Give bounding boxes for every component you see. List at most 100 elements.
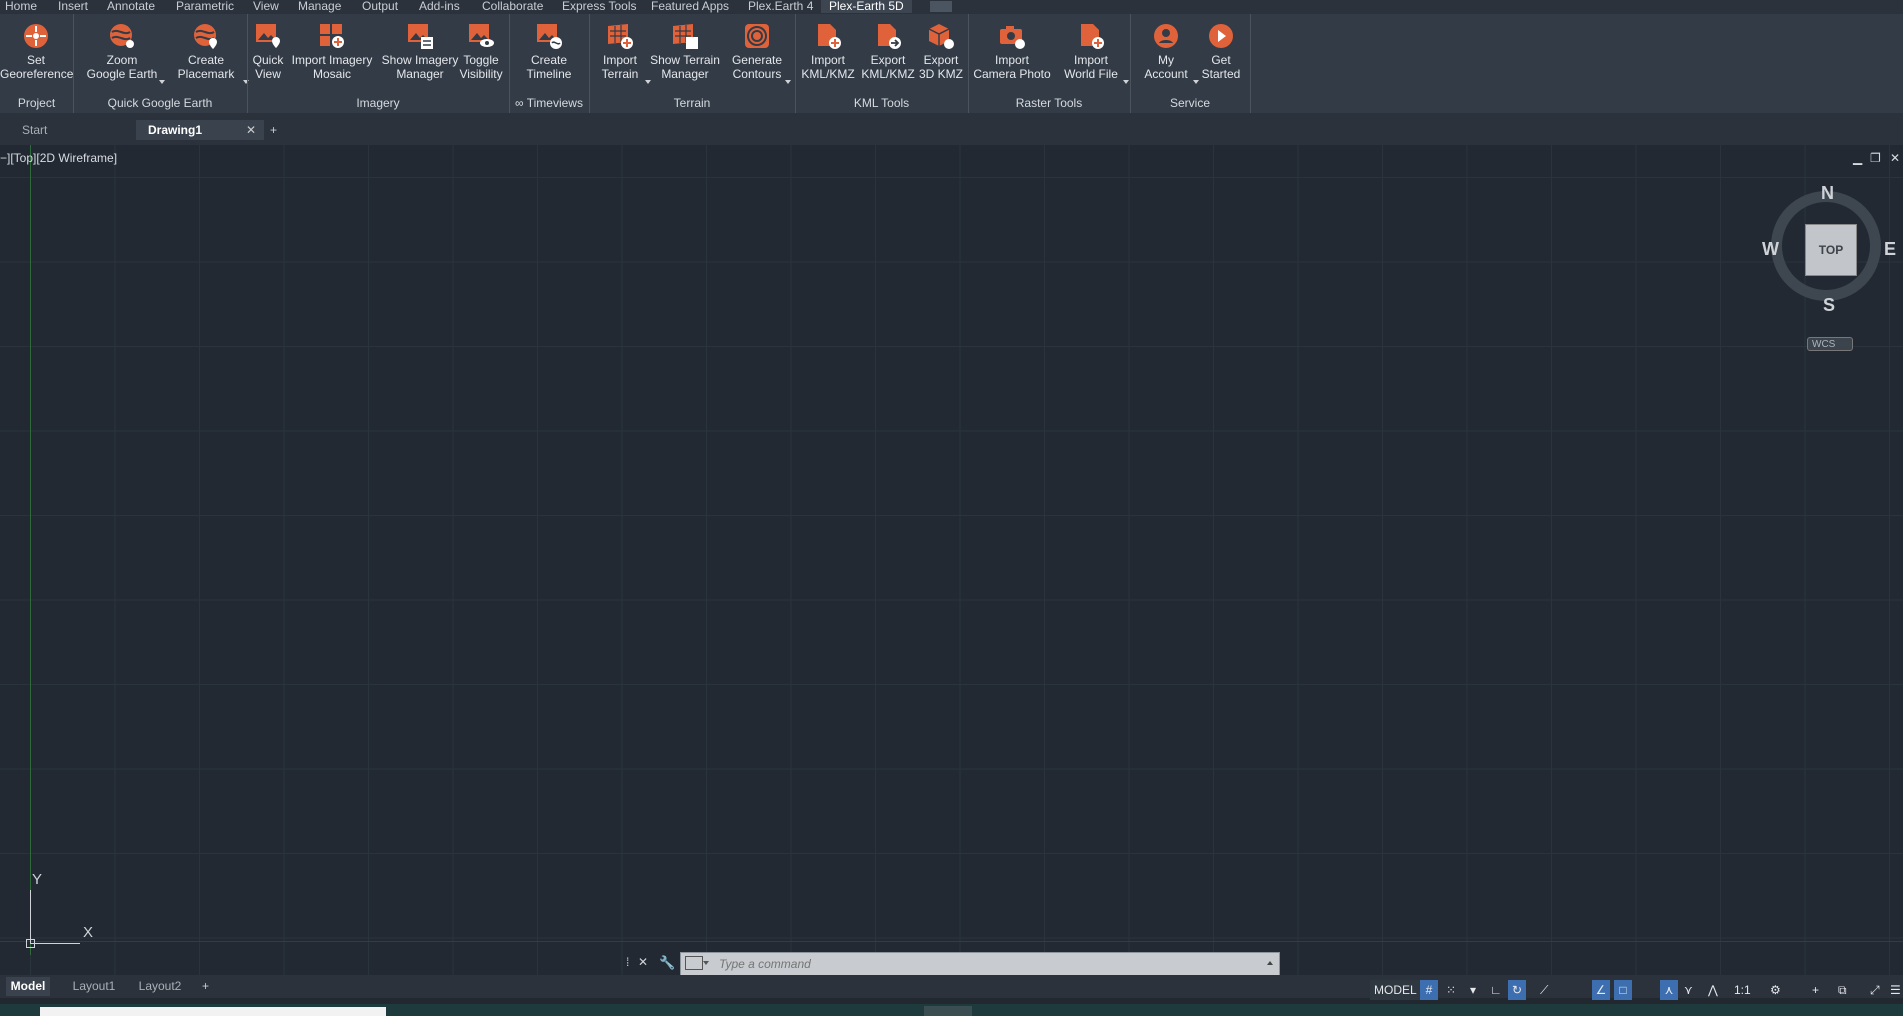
command-line[interactable] xyxy=(680,952,1280,976)
gear-icon[interactable]: ⚙ xyxy=(1770,980,1781,1000)
ucs-x-line xyxy=(30,943,80,944)
tab-express-tools[interactable]: Express Tools xyxy=(562,0,636,13)
set-georeference-button[interactable]: Set Georeference xyxy=(0,22,73,81)
tab-insert[interactable]: Insert xyxy=(58,0,88,13)
compass-east[interactable]: E xyxy=(1884,239,1896,260)
create-placemark-button[interactable]: Create Placemark xyxy=(170,22,249,84)
import-kml-button[interactable]: Import KML/KMZ xyxy=(800,22,856,81)
export-3d-kmz-button[interactable]: Export 3D KMZ xyxy=(918,22,964,81)
tab-layout1[interactable]: Layout1 xyxy=(64,977,124,996)
document-tab-bar: Start Drawing1 ✕ + xyxy=(0,113,1903,145)
new-tab-button[interactable]: + xyxy=(270,120,284,140)
ribbon: Set Georeference Zoom Google Earth Create P… xyxy=(0,14,1903,113)
compass-west[interactable]: W xyxy=(1762,239,1779,260)
add-icon[interactable]: + xyxy=(1812,980,1819,1000)
ucs-y-line xyxy=(30,890,31,943)
chevron-up-icon[interactable] xyxy=(1267,961,1273,965)
google-earth-zoom-icon xyxy=(110,24,134,48)
my-account-button[interactable]: My Account xyxy=(1140,22,1199,84)
drawing-canvas[interactable] xyxy=(0,145,1903,975)
close-viewport-icon[interactable]: ✕ xyxy=(1890,151,1900,165)
taskbar-search-box[interactable] xyxy=(40,1007,386,1016)
zoom-google-earth-button[interactable]: Zoom Google Earth xyxy=(86,22,165,84)
object-snap-tracking-icon[interactable]: ∠ xyxy=(1592,980,1610,1000)
viewcube[interactable]: TOP N S E W WCS xyxy=(1760,183,1900,363)
doc-tab-drawing1[interactable]: Drawing1 ✕ xyxy=(136,120,264,140)
quick-view-icon xyxy=(256,24,280,48)
import-world-file-button[interactable]: Import World File xyxy=(1060,22,1129,84)
show-terrain-manager-button[interactable]: Show Terrain Manager xyxy=(650,22,720,81)
menu-icon[interactable]: ☰ xyxy=(1890,980,1901,1000)
panel-title-raster-tools[interactable]: Raster Tools xyxy=(968,96,1130,110)
imagery-manager-icon xyxy=(408,24,433,49)
annotation-scale-value[interactable]: 1:1 xyxy=(1734,980,1751,1000)
restore-icon[interactable]: ❐ xyxy=(1870,151,1881,165)
command-prompt-icon[interactable] xyxy=(685,956,703,970)
isolate-icon[interactable]: ⧉ xyxy=(1838,980,1847,1000)
minimize-icon[interactable]: ▁ xyxy=(1853,151,1862,165)
visibility-icon xyxy=(469,24,494,47)
contours-icon xyxy=(745,24,769,48)
export-kml-button[interactable]: Export KML/KMZ xyxy=(860,22,916,81)
command-grip-icon[interactable]: ⁞ xyxy=(626,955,629,969)
tab-home[interactable]: Home xyxy=(5,0,37,13)
tab-output[interactable]: Output xyxy=(362,0,398,13)
import-kml-icon xyxy=(818,24,841,49)
ribbon-tab-bar: Home Insert Annotate Parametric View Man… xyxy=(0,0,1903,14)
panel-title-terrain[interactable]: Terrain xyxy=(589,96,795,110)
camera-photo-icon xyxy=(1000,26,1025,49)
ortho-icon[interactable]: ∟ xyxy=(1490,980,1502,1000)
tab-model[interactable]: Model xyxy=(6,977,50,996)
ucs-origin-box xyxy=(26,939,35,948)
import-terrain-button[interactable]: Import Terrain xyxy=(596,22,651,84)
annotation-scale-icon[interactable]: ⋀ xyxy=(1708,980,1718,1000)
tab-annotate[interactable]: Annotate xyxy=(107,0,155,13)
export-3d-kmz-icon xyxy=(928,24,954,49)
command-close-icon[interactable]: ✕ xyxy=(638,955,648,969)
tab-layout2[interactable]: Layout2 xyxy=(130,977,190,996)
grid-icon[interactable]: # xyxy=(1420,980,1438,1000)
import-camera-photo-button[interactable]: Import Camera Photo xyxy=(972,22,1052,81)
import-imagery-mosaic-button[interactable]: Import Imagery Mosaic xyxy=(290,22,374,81)
object-snap-icon[interactable]: □ xyxy=(1614,980,1632,1000)
taskbar-active-app[interactable] xyxy=(924,1006,972,1016)
wcs-menu[interactable]: WCS xyxy=(1807,337,1853,351)
viewcube-top-face[interactable]: TOP xyxy=(1805,224,1857,276)
quick-view-button[interactable]: Quick View xyxy=(250,22,286,81)
close-icon[interactable]: ✕ xyxy=(246,120,256,140)
auto-scale-icon[interactable]: ⋎ xyxy=(1684,980,1693,1000)
model-space-button[interactable]: MODEL xyxy=(1370,980,1421,1000)
snap-dropdown-icon[interactable]: ▾ xyxy=(1470,980,1476,1000)
workspace-dropdown[interactable] xyxy=(930,1,952,12)
compass-north[interactable]: N xyxy=(1821,183,1834,204)
create-timeline-button[interactable]: Create Timeline xyxy=(518,22,580,81)
get-started-button[interactable]: Get Started xyxy=(1198,22,1244,81)
fullscreen-icon[interactable]: ⤢ xyxy=(1870,980,1880,1000)
tab-plex-earth-4[interactable]: Plex.Earth 4 xyxy=(748,0,813,13)
chevron-down-icon[interactable] xyxy=(703,961,709,965)
tab-collaborate[interactable]: Collaborate xyxy=(482,0,543,13)
tab-add-ins[interactable]: Add-ins xyxy=(419,0,460,13)
isodraft-icon[interactable]: ⟋ xyxy=(1540,980,1548,1000)
doc-tab-label: Drawing1 xyxy=(148,123,203,137)
command-input[interactable] xyxy=(717,955,1241,973)
annotation-visibility-icon[interactable]: ⋏ xyxy=(1660,980,1678,1000)
customize-wrench-icon[interactable]: 🔧 xyxy=(659,955,675,971)
tab-parametric[interactable]: Parametric xyxy=(176,0,234,13)
generate-contours-button[interactable]: Generate Contours xyxy=(730,22,791,84)
viewport-controls-label[interactable]: −][Top][2D Wireframe] xyxy=(0,151,117,165)
show-imagery-manager-button[interactable]: Show Imagery Manager xyxy=(378,22,462,81)
tab-plex-earth-5d[interactable]: Plex-Earth 5D xyxy=(821,0,912,13)
doc-tab-start[interactable]: Start xyxy=(12,120,142,140)
toggle-visibility-button[interactable]: Toggle Visibility xyxy=(458,22,504,81)
placemark-icon xyxy=(194,24,217,49)
tab-view[interactable]: View xyxy=(253,0,279,13)
timeline-icon xyxy=(537,24,562,49)
tab-featured-apps[interactable]: Featured Apps xyxy=(651,0,729,13)
compass-south[interactable]: S xyxy=(1823,295,1835,316)
polar-tracking-icon[interactable]: ↻ xyxy=(1508,980,1526,1000)
snap-icon[interactable]: ⁙ xyxy=(1446,980,1456,1000)
georeference-icon xyxy=(24,24,48,48)
tab-manage[interactable]: Manage xyxy=(298,0,341,13)
add-layout-button[interactable]: + xyxy=(202,977,214,996)
